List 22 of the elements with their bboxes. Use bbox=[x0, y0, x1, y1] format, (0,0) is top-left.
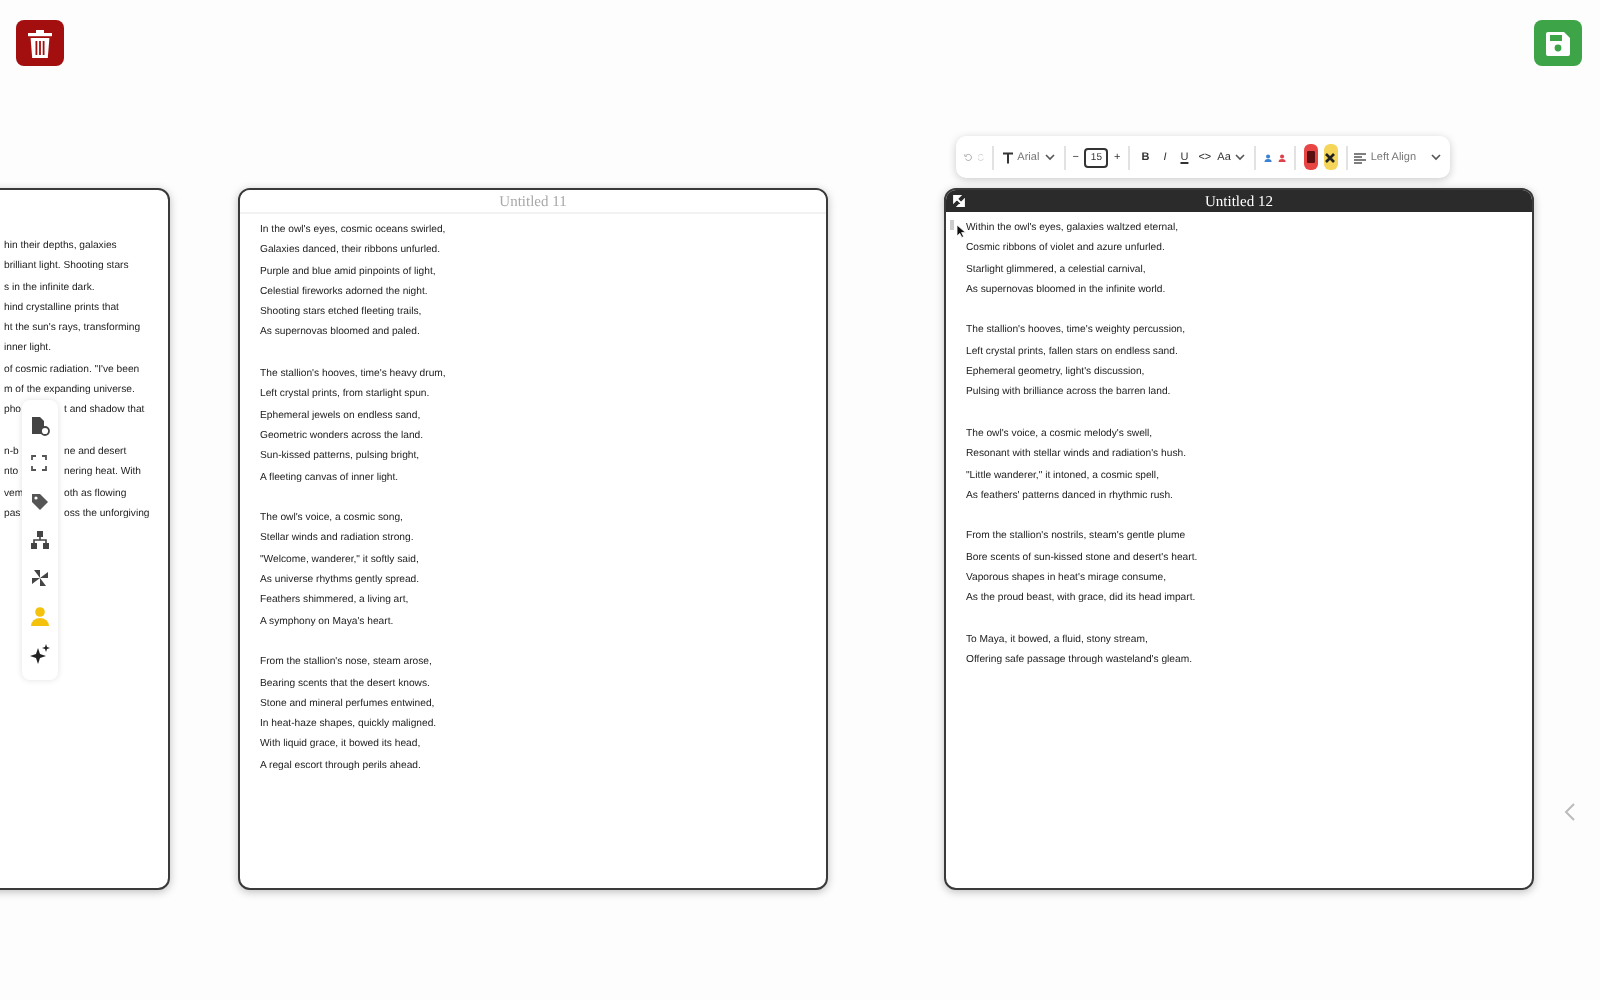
align-left-icon bbox=[1354, 151, 1367, 163]
pinwheel-icon[interactable] bbox=[30, 568, 50, 589]
hierarchy-icon[interactable] bbox=[30, 529, 50, 550]
save-button[interactable] bbox=[1534, 20, 1582, 66]
expand-icon[interactable] bbox=[30, 453, 50, 474]
caret-icon bbox=[1043, 152, 1056, 162]
sparkle-icon[interactable] bbox=[30, 644, 50, 665]
trash-icon bbox=[28, 29, 52, 57]
caret-icon bbox=[1430, 152, 1443, 162]
person-icon[interactable] bbox=[1263, 149, 1272, 165]
clear-format-button[interactable] bbox=[1323, 144, 1338, 170]
drag-handle[interactable] bbox=[949, 220, 953, 230]
delete-button[interactable] bbox=[16, 20, 64, 66]
document-icon bbox=[1305, 150, 1316, 164]
file-gear-icon[interactable] bbox=[30, 415, 50, 436]
text-icon bbox=[1001, 151, 1014, 163]
cursor-icon bbox=[955, 224, 965, 238]
cross-icon bbox=[1324, 151, 1337, 163]
person-icon[interactable] bbox=[1277, 149, 1287, 165]
highlight-button[interactable] bbox=[1303, 144, 1318, 170]
tag-icon[interactable] bbox=[30, 491, 50, 512]
caret-icon bbox=[1234, 152, 1247, 162]
